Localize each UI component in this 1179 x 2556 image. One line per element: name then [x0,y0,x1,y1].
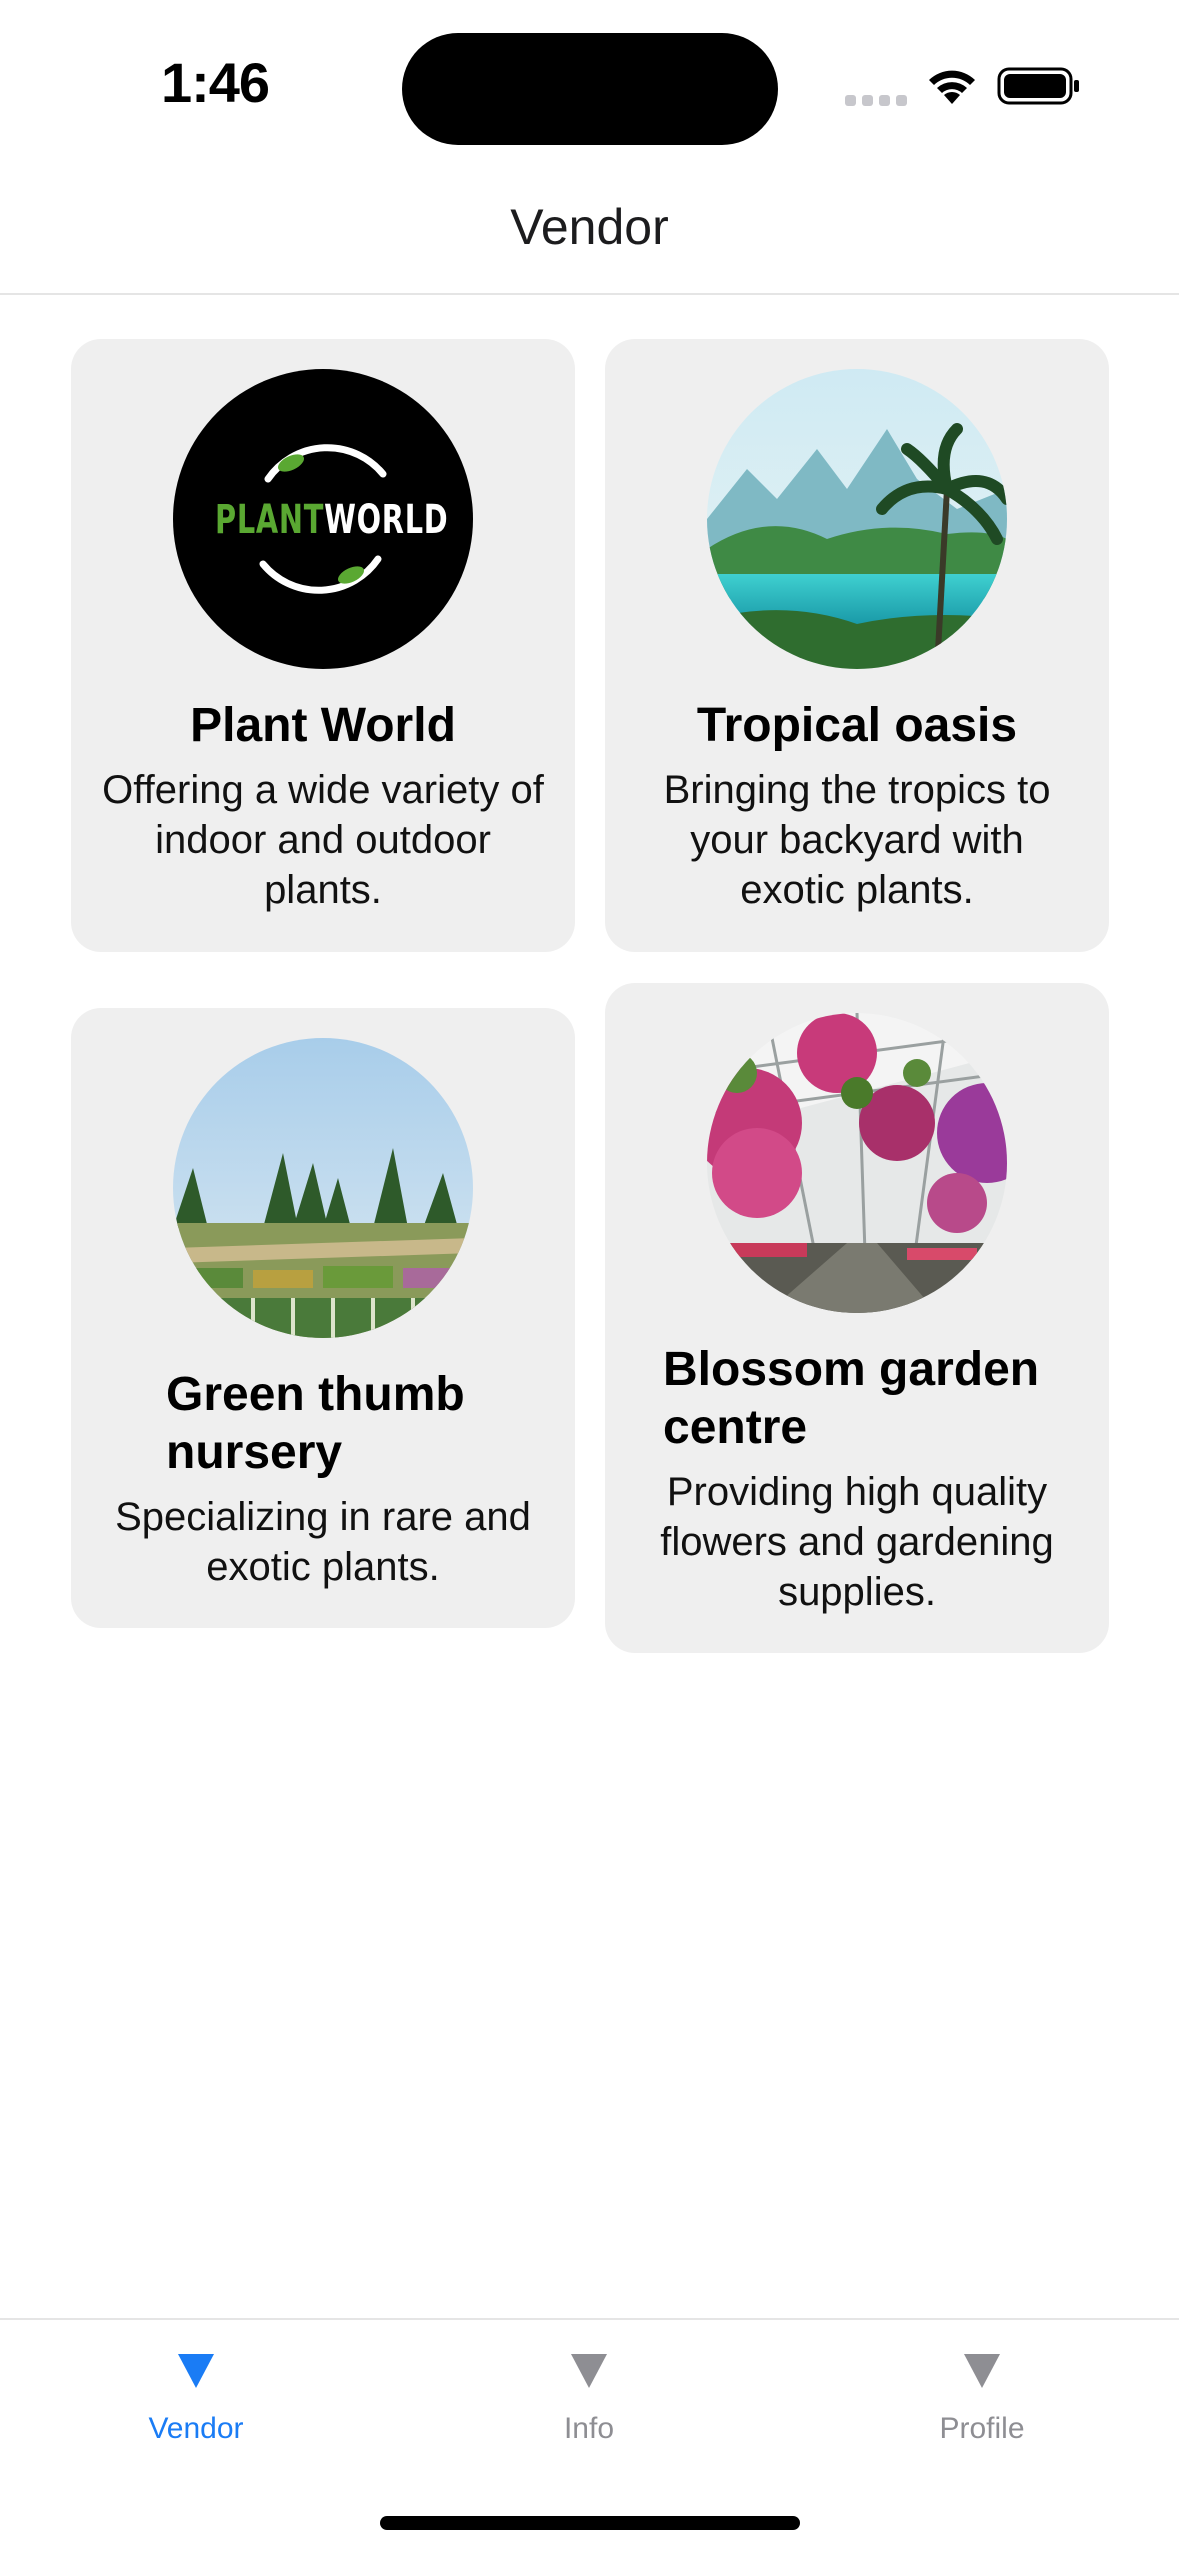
triangle-down-icon [571,2354,607,2388]
vendor-name: Green thumb nursery [166,1368,465,1479]
plant-world-logo-text: PLANTWORLD [215,497,449,543]
status-bar: 1:46 [0,0,1179,170]
home-indicator[interactable] [380,2516,800,2530]
vendor-description: Providing high quality flowers and garde… [660,1470,1054,1614]
tab-label: Profile [939,2412,1025,2445]
tab-profile[interactable]: Profile [882,2350,1082,2480]
tab-vendor[interactable]: Vendor [96,2350,296,2480]
tab-label: Info [563,2412,615,2445]
triangle-down-icon [964,2354,1000,2388]
vendor-logo-plant-world: PLANTWORLD [173,369,473,669]
vendor-card-blossom-garden-centre[interactable]: Blossom garden centre Providing high qua… [605,983,1109,1653]
vendor-name: Plant World [190,699,456,752]
dynamic-island [402,33,778,145]
vendor-description: Bringing the tropics to your backyard wi… [663,768,1051,912]
triangle-down-icon [178,2354,214,2388]
vendor-description: Specializing in rare and exotic plants. [115,1495,531,1589]
navigation-header: Vendor [0,170,1179,295]
vendor-image-tropical-oasis [707,369,1007,669]
vendor-image-blossom-garden-centre [707,1013,1007,1313]
vendor-card-tropical-oasis[interactable]: Tropical oasis Bringing the tropics to y… [605,339,1109,952]
vendor-name: Tropical oasis [696,699,1018,752]
vendor-image-green-thumb-nursery [173,1038,473,1338]
vendor-card-plant-world[interactable]: PLANTWORLD Plant World Offering a wide v… [71,339,575,952]
battery-icon [997,67,1079,105]
vendor-card-green-thumb-nursery[interactable]: Green thumb nursery Specializing in rare… [71,1008,575,1628]
wifi-icon [929,70,975,104]
status-time: 1:46 [160,51,270,114]
tab-label: Vendor [148,2412,244,2445]
page-title: Vendor [510,199,669,255]
vendor-description: Offering a wide variety of indoor and ou… [102,768,544,912]
tab-info[interactable]: Info [489,2350,689,2480]
vendor-name: Blossom garden centre [663,1343,1040,1454]
cellular-signal-icon [845,95,907,107]
